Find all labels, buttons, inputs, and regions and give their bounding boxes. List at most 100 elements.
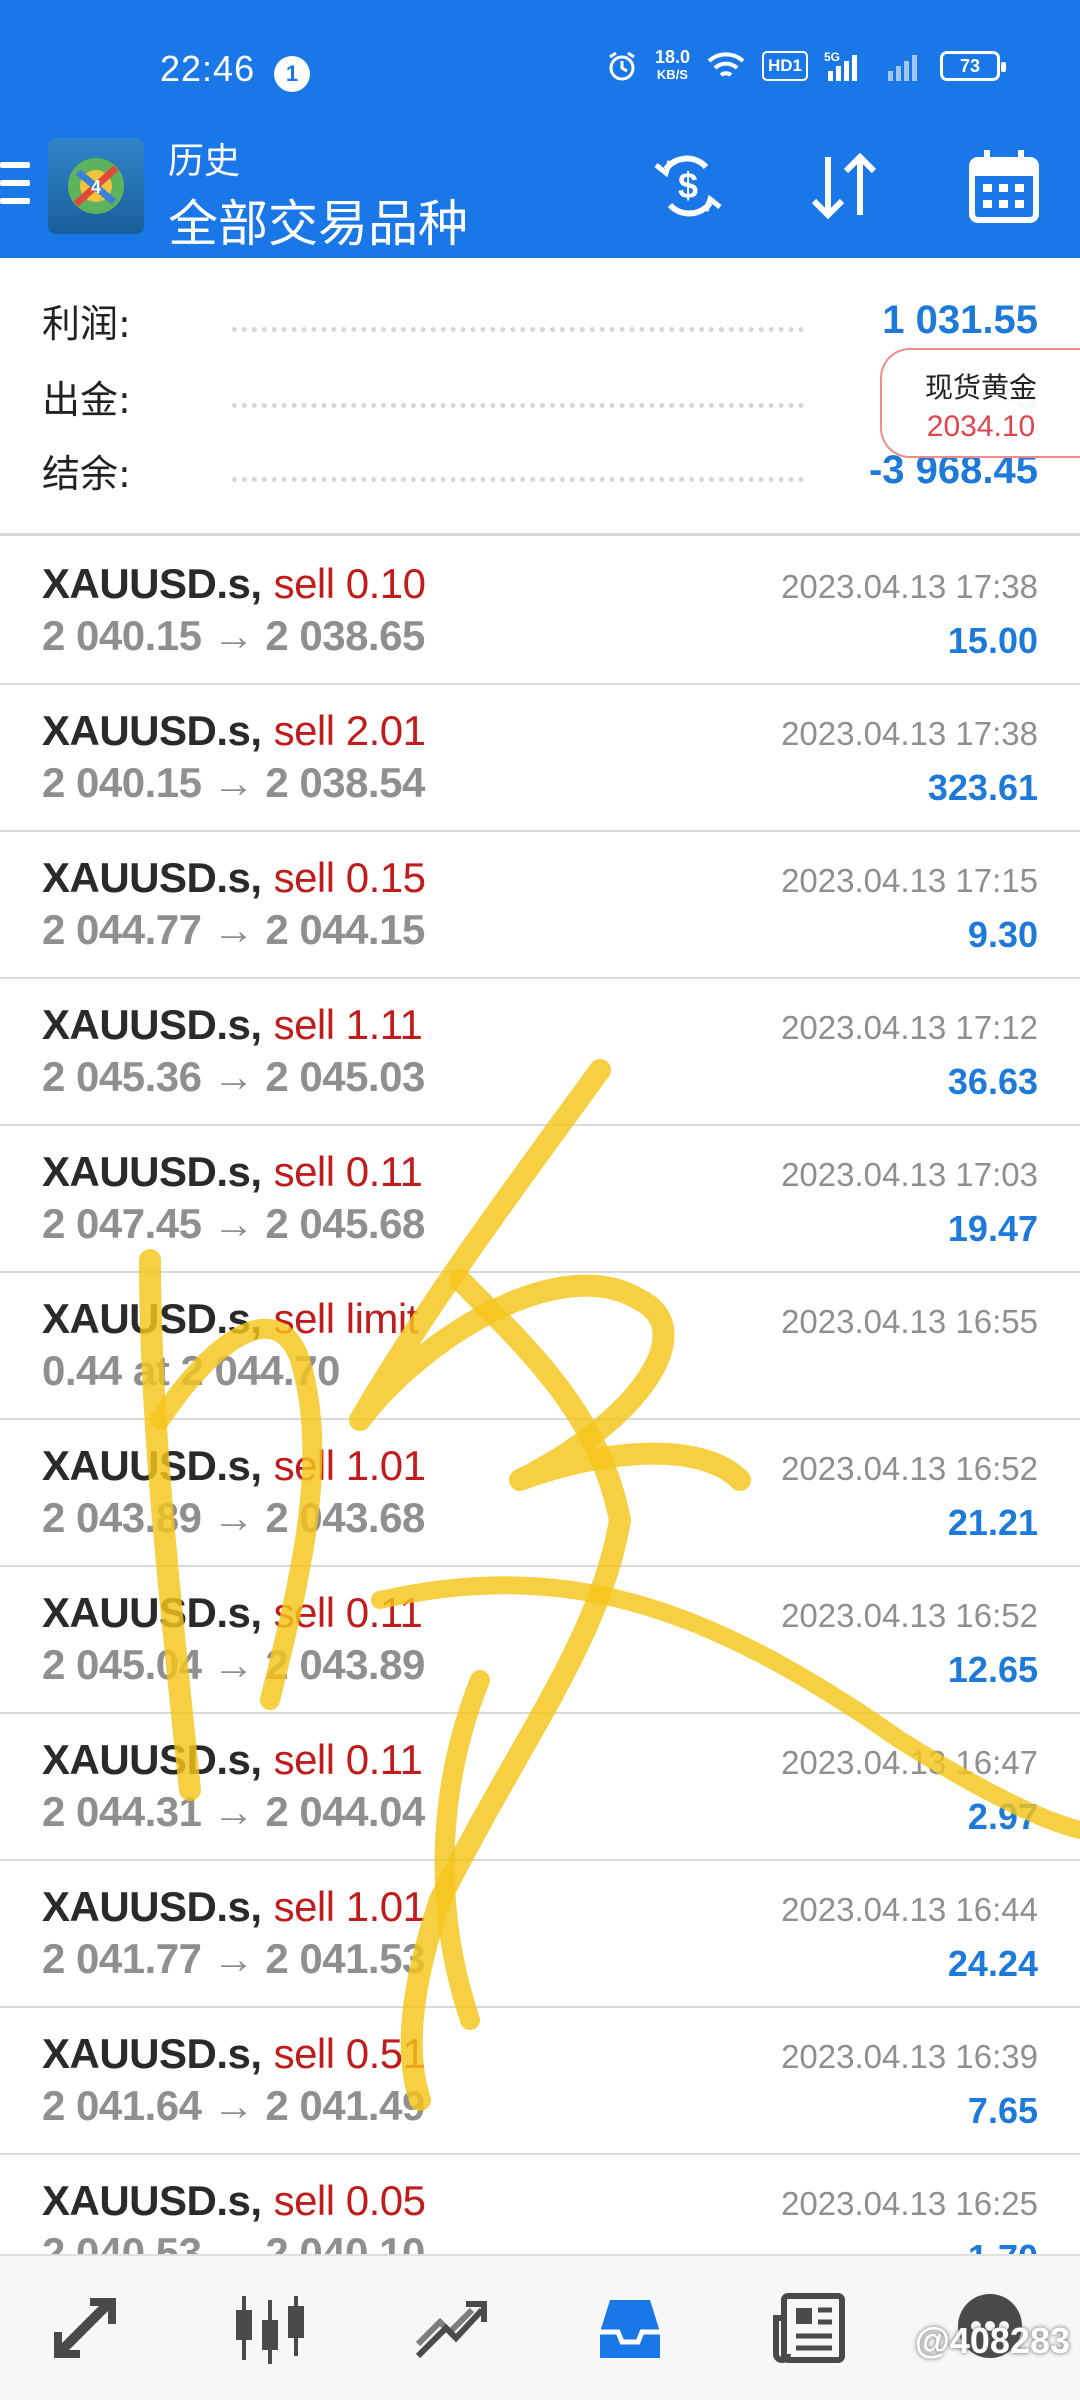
svg-text:$: $ xyxy=(678,165,698,206)
trade-profit: 9.30 xyxy=(967,914,1038,955)
trade-row[interactable]: XAUUSD.s, sell 0.05 2 040.53 → 2 040.10 202… xyxy=(0,2155,1080,2254)
trade-side: sell 2.01 xyxy=(273,707,426,754)
summary-value: 1 031.55 xyxy=(882,297,1038,342)
calendar-button[interactable] xyxy=(964,148,1044,224)
symbol-name: XAUUSD.s, xyxy=(42,1295,262,1342)
trade-time: 2023.04.13 16:52 xyxy=(781,1597,1038,1634)
trade-symbol: XAUUSD.s, sell 0.05 xyxy=(42,2177,426,2225)
trade-row[interactable]: XAUUSD.s, sell 0.15 2 044.77 → 2 044.15 202… xyxy=(0,832,1080,979)
net-speed-value: 18.0 xyxy=(654,47,690,67)
sort-button[interactable] xyxy=(804,148,884,224)
trade-side: sell 1.01 xyxy=(273,1442,426,1489)
signal-5g-icon: 5G xyxy=(824,49,868,83)
trade-symbol: XAUUSD.s, sell 0.15 xyxy=(42,854,426,902)
floating-price-bubble[interactable]: 现货黄金 2034.10 xyxy=(880,348,1080,458)
menu-icon[interactable] xyxy=(0,160,32,206)
trade-row[interactable]: XAUUSD.s, sell 0.10 2 040.15 → 2 038.65 202… xyxy=(0,538,1080,685)
summary-label: 利润: xyxy=(42,301,131,346)
trade-side: sell 0.11 xyxy=(273,1736,423,1783)
page-title[interactable]: 全部交易品种 xyxy=(168,184,468,256)
watermark-text: @408283 xyxy=(914,2320,1070,2361)
trade-symbol: XAUUSD.s, sell 1.11 xyxy=(42,1001,423,1049)
svg-text:5G: 5G xyxy=(824,50,840,64)
nav-trade[interactable] xyxy=(400,2278,500,2378)
trade-prices: 2 040.15 → 2 038.54 xyxy=(42,759,425,806)
trade-row[interactable]: XAUUSD.s, sell 1.11 2 045.36 → 2 045.03 202… xyxy=(0,979,1080,1126)
trade-row[interactable]: XAUUSD.s, sell 1.01 2 041.77 → 2 041.53 202… xyxy=(0,1861,1080,2008)
trade-side: sell 1.11 xyxy=(273,1001,423,1048)
app-logo: 4 xyxy=(48,138,144,234)
trade-profit: 1.70 xyxy=(968,2237,1038,2254)
trade-profit: 323.61 xyxy=(927,767,1038,808)
trade-prices: 2 045.36 → 2 045.03 xyxy=(42,1053,425,1100)
nav-history[interactable] xyxy=(580,2278,680,2378)
trade-side: sell 1.01 xyxy=(273,1883,426,1930)
trade-time: 2023.04.13 16:55 xyxy=(781,1303,1038,1340)
trade-prices: 0.44 at 2 044.70 xyxy=(42,1347,340,1394)
bubble-instrument-name: 现货黄金 xyxy=(924,371,1037,404)
trade-side: sell limit xyxy=(273,1295,419,1342)
quotes-icon xyxy=(54,2298,116,2358)
hd-badge: HD1 xyxy=(761,51,808,81)
chart-icon xyxy=(236,2296,304,2364)
symbol-name: XAUUSD.s, xyxy=(42,854,262,901)
trade-symbol: XAUUSD.s, sell 0.51 xyxy=(42,2030,426,2078)
trade-prices: 2 040.53 → 2 040.10 xyxy=(42,2229,425,2254)
trade-prices: 2 040.15 → 2 038.65 xyxy=(42,612,425,659)
trade-time: 2023.04.13 16:44 xyxy=(781,1891,1038,1928)
trade-time: 2023.04.13 16:25 xyxy=(781,2185,1038,2222)
net-speed: 18.0 KB/S xyxy=(655,48,690,84)
history-icon xyxy=(600,2300,660,2358)
trade-profit: 36.63 xyxy=(947,1061,1038,1102)
status-icons: 18.0 KB/S HD1 5G 73 xyxy=(605,48,1006,84)
symbol-name: XAUUSD.s, xyxy=(42,2177,262,2224)
currency-exchange-icon: $ xyxy=(654,155,722,217)
trade-profit: 19.47 xyxy=(947,1208,1038,1249)
trade-row[interactable]: XAUUSD.s, sell 0.11 2 044.31 → 2 044.04 202… xyxy=(0,1714,1080,1861)
trade-side: sell 0.11 xyxy=(273,1589,423,1636)
trade-time: 2023.04.13 17:12 xyxy=(781,1009,1038,1046)
trade-profit: 12.65 xyxy=(947,1649,1038,1690)
dotted-leader xyxy=(232,308,804,332)
trade-prices: 2 044.31 → 2 044.04 xyxy=(42,1788,425,1835)
trade-symbol: XAUUSD.s, sell 0.11 xyxy=(42,1589,423,1637)
summary-label: 结余: xyxy=(42,451,131,496)
symbol-name: XAUUSD.s, xyxy=(42,1001,262,1048)
notification-badge: 1 xyxy=(274,56,310,92)
currency-exchange-button[interactable]: $ xyxy=(648,148,728,224)
trade-side: sell 0.10 xyxy=(273,560,426,607)
status-time: 22:46 xyxy=(160,48,256,89)
bubble-price: 2034.10 xyxy=(926,410,1036,443)
news-icon xyxy=(773,2293,845,2363)
battery-indicator: 73 xyxy=(940,51,1006,81)
trade-row[interactable]: XAUUSD.s, sell 0.11 2 045.04 → 2 043.89 202… xyxy=(0,1567,1080,1714)
trade-prices: 2 044.77 → 2 044.15 xyxy=(42,906,425,953)
trade-symbol: XAUUSD.s, sell 0.11 xyxy=(42,1736,423,1784)
trade-row[interactable]: XAUUSD.s, sell 0.11 2 047.45 → 2 045.68 202… xyxy=(0,1126,1080,1273)
trade-row[interactable]: XAUUSD.s, sell 2.01 2 040.15 → 2 038.54 202… xyxy=(0,685,1080,832)
trade-row[interactable]: XAUUSD.s, sell 1.01 2 043.89 → 2 043.68 202… xyxy=(0,1420,1080,1567)
trade-profit: 2.97 xyxy=(967,1796,1038,1837)
trade-row[interactable]: XAUUSD.s, sell limit 0.44 at 2 044.70 2023.… xyxy=(0,1273,1080,1420)
dotted-leader xyxy=(232,384,804,408)
svg-text:4: 4 xyxy=(91,177,101,197)
nav-chart[interactable] xyxy=(220,2278,320,2378)
net-speed-unit: KB/S xyxy=(656,67,688,82)
symbol-name: XAUUSD.s, xyxy=(42,1589,262,1636)
symbol-name: XAUUSD.s, xyxy=(42,1736,262,1783)
nav-news[interactable] xyxy=(760,2278,860,2378)
trade-row[interactable]: XAUUSD.s, sell 0.51 2 041.64 → 2 041.49 202… xyxy=(0,2008,1080,2155)
trade-icon xyxy=(415,2301,487,2359)
trade-side: sell 0.11 xyxy=(273,1148,423,1195)
nav-quotes[interactable] xyxy=(40,2278,140,2378)
header-subtitle: 历史 xyxy=(168,141,241,182)
trade-profit: 21.21 xyxy=(947,1502,1038,1543)
trade-prices: 2 041.64 → 2 041.49 xyxy=(42,2082,425,2129)
trade-time: 2023.04.13 16:52 xyxy=(781,1450,1038,1487)
trade-time: 2023.04.13 16:39 xyxy=(781,2038,1038,2075)
trade-history-list[interactable]: XAUUSD.s, sell 0.10 2 040.15 → 2 038.65 202… xyxy=(0,538,1080,2254)
trade-time: 2023.04.13 17:38 xyxy=(781,715,1038,752)
trade-prices: 2 045.04 → 2 043.89 xyxy=(42,1641,425,1688)
trade-symbol: XAUUSD.s, sell 1.01 xyxy=(42,1442,426,1490)
sort-icon xyxy=(811,152,877,220)
